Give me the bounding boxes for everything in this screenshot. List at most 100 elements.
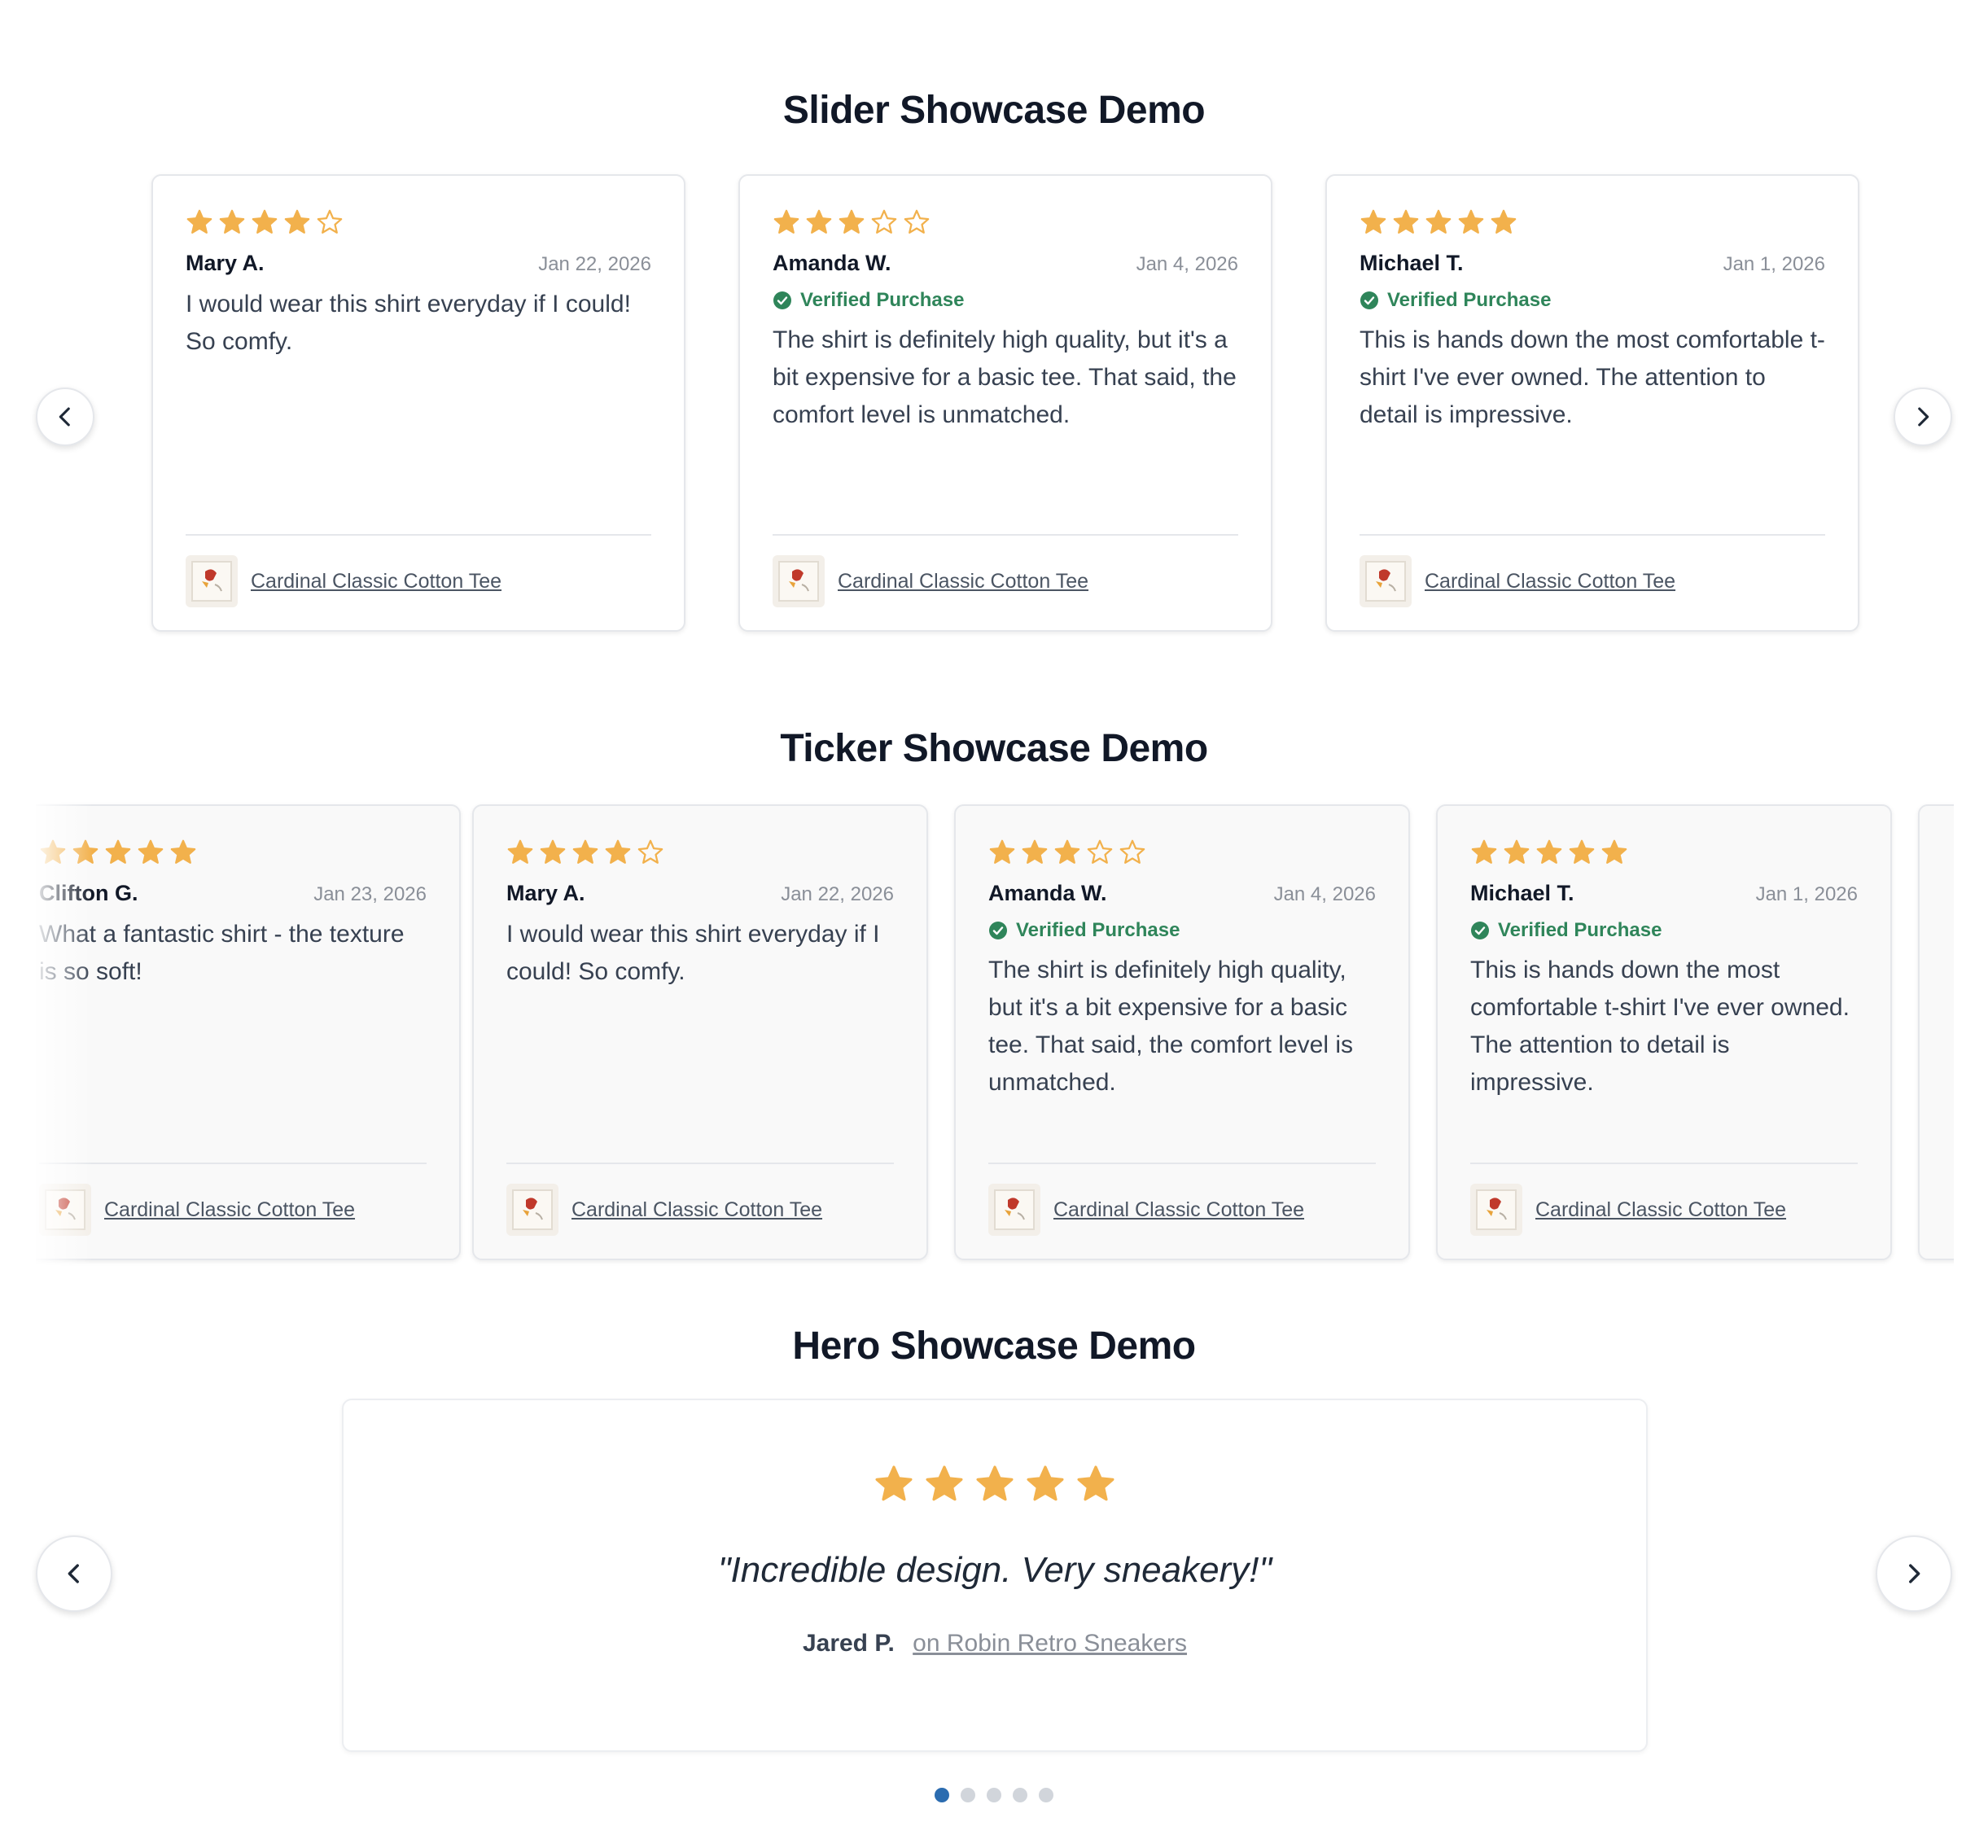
star-filled-icon xyxy=(1491,209,1517,234)
product-thumbnail xyxy=(773,555,825,607)
ticker-review-card: Michael T. Jan 1, 2026 Verified Purchase Th… xyxy=(1436,804,1892,1260)
product-thumbnail xyxy=(39,1184,91,1236)
review-date: Jan 22, 2026 xyxy=(781,883,894,905)
star-filled-icon xyxy=(1393,209,1419,234)
slider-review-card: Mary A. Jan 22, 2026 I would wear this shi… xyxy=(151,174,685,632)
hero-product-link[interactable]: on Robin Retro Sneakers xyxy=(913,1630,1187,1657)
check-circle-icon xyxy=(1360,291,1378,309)
product-thumbnail xyxy=(186,555,238,607)
pagination-dot[interactable] xyxy=(961,1788,975,1802)
star-filled-icon xyxy=(926,1465,963,1501)
hero-pagination xyxy=(0,1788,1988,1802)
review-text: The shirt is definitely high quality, bu… xyxy=(988,957,1353,1096)
slider-prev-button[interactable] xyxy=(36,388,94,446)
star-filled-icon xyxy=(572,839,598,864)
slider-review-card: Michael T. Jan 1, 2026 Verified Purchase Th… xyxy=(1325,174,1859,632)
star-filled-icon xyxy=(40,839,66,864)
hero-next-button[interactable] xyxy=(1876,1535,1952,1612)
star-empty-icon xyxy=(637,839,663,864)
hero-review-card: "Incredible design. Very sneakery!" Jare… xyxy=(342,1399,1648,1752)
product-thumbnail xyxy=(988,1184,1040,1236)
pagination-dot[interactable] xyxy=(935,1788,949,1802)
card-footer: Cardinal Classic Cotton Tee xyxy=(773,534,1238,607)
hero-rating-stars xyxy=(344,1464,1646,1504)
pagination-dot[interactable] xyxy=(987,1788,1001,1802)
reviewer-name: Mary A. xyxy=(186,251,265,275)
reviewer-name: Mary A. xyxy=(506,881,585,905)
product-link[interactable]: Cardinal Classic Cotton Tee xyxy=(1535,1198,1786,1222)
review-text: The shirt is definitely high quality, bu… xyxy=(773,326,1237,428)
chevron-left-icon xyxy=(59,407,70,427)
reviewer-name: Michael T. xyxy=(1360,251,1464,275)
rating-stars xyxy=(506,837,894,868)
pagination-dot[interactable] xyxy=(1039,1788,1053,1802)
check-circle-icon xyxy=(989,922,1007,939)
star-filled-icon xyxy=(976,1465,1014,1501)
star-filled-icon xyxy=(138,839,164,864)
star-filled-icon xyxy=(1054,839,1080,864)
star-filled-icon xyxy=(1425,209,1452,234)
ticker-review-card: Amanda W. Jan 4, 2026 Verified Purchase The… xyxy=(954,804,1410,1260)
rating-stars xyxy=(988,837,1376,868)
chevron-right-icon xyxy=(1918,407,1929,427)
check-circle-icon xyxy=(1471,922,1489,939)
star-filled-icon xyxy=(1022,839,1048,864)
star-filled-icon xyxy=(284,209,310,234)
product-link[interactable]: Cardinal Classic Cotton Tee xyxy=(571,1198,822,1222)
card-footer: Cardinal Classic Cotton Tee xyxy=(1470,1163,1858,1236)
reviewer-name: Michael T. xyxy=(1470,881,1574,905)
star-filled-icon xyxy=(252,209,278,234)
card-footer: Cardinal Classic Cotton Tee xyxy=(506,1163,894,1236)
slider-review-card: Amanda W. Jan 4, 2026 Verified Purchase The… xyxy=(738,174,1272,632)
star-empty-icon xyxy=(904,209,930,234)
verified-label: Verified Purchase xyxy=(1498,919,1662,941)
verified-badge: Verified Purchase xyxy=(773,289,1238,312)
ticker-review-card-partial xyxy=(1918,804,1954,1260)
star-filled-icon xyxy=(1569,839,1595,864)
rating-stars xyxy=(773,207,1238,238)
review-text: What a fantastic shirt - the texture is … xyxy=(39,921,405,985)
rating-stars xyxy=(1360,207,1825,238)
verified-label: Verified Purchase xyxy=(800,289,965,311)
star-filled-icon xyxy=(1077,1465,1114,1501)
review-text: This is hands down the most comfortable … xyxy=(1470,957,1850,1096)
slider-next-button[interactable] xyxy=(1894,388,1952,446)
star-filled-icon xyxy=(605,839,631,864)
reviewer-name: Amanda W. xyxy=(988,881,1107,905)
slider-section-title: Slider Showcase Demo xyxy=(782,89,1206,132)
star-empty-icon xyxy=(1119,839,1145,864)
star-filled-icon xyxy=(989,839,1015,864)
star-filled-icon xyxy=(540,839,566,864)
star-filled-icon xyxy=(72,839,99,864)
hero-reviewer-name: Jared P. xyxy=(802,1630,895,1657)
hero-quote: "Incredible design. Very sneakery!" xyxy=(717,1550,1272,1590)
ticker-track: Clifton G. Jan 23, 2026 What a fantastic s… xyxy=(36,798,1954,1270)
product-link[interactable]: Cardinal Classic Cotton Tee xyxy=(1053,1198,1304,1222)
star-filled-icon xyxy=(105,839,131,864)
review-text: This is hands down the most comfortable … xyxy=(1360,326,1825,428)
product-link[interactable]: Cardinal Classic Cotton Tee xyxy=(251,570,501,593)
star-filled-icon xyxy=(507,839,533,864)
ticker-section-title: Ticker Showcase Demo xyxy=(780,727,1208,770)
hero-prev-button[interactable] xyxy=(36,1535,112,1612)
product-link[interactable]: Cardinal Classic Cotton Tee xyxy=(104,1198,355,1222)
star-filled-icon xyxy=(839,209,865,234)
review-date: Jan 4, 2026 xyxy=(1273,883,1376,905)
verified-label: Verified Purchase xyxy=(1387,289,1552,311)
star-filled-icon xyxy=(1504,839,1530,864)
verified-badge: Verified Purchase xyxy=(988,919,1376,942)
product-thumbnail xyxy=(506,1184,558,1236)
rating-stars xyxy=(1470,837,1858,868)
product-link[interactable]: Cardinal Classic Cotton Tee xyxy=(1425,570,1675,593)
star-filled-icon xyxy=(1601,839,1627,864)
pagination-dot[interactable] xyxy=(1013,1788,1027,1802)
star-empty-icon xyxy=(317,209,343,234)
verified-badge: Verified Purchase xyxy=(1360,289,1825,312)
product-link[interactable]: Cardinal Classic Cotton Tee xyxy=(838,570,1088,593)
ticker-review-card: Mary A. Jan 22, 2026 I would wear this shi… xyxy=(472,804,928,1260)
star-empty-icon xyxy=(871,209,897,234)
review-date: Jan 22, 2026 xyxy=(538,253,651,275)
star-empty-icon xyxy=(1087,839,1113,864)
review-text: I would wear this shirt everyday if I co… xyxy=(506,921,880,985)
card-footer: Cardinal Classic Cotton Tee xyxy=(988,1163,1376,1236)
